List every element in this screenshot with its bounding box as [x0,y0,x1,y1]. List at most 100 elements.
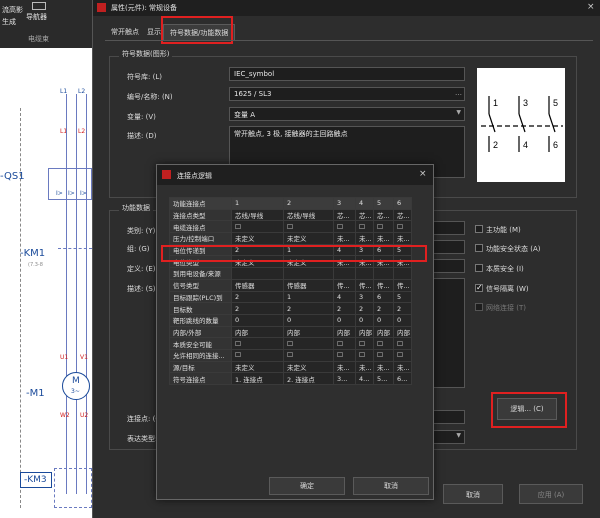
logic-row[interactable]: 电缆连接点 ☐ ☐ ☐ ☐ ☐ ☐ [169,220,412,234]
logic-cell[interactable]: ☐ [333,337,356,350]
logic-row[interactable]: 本质安全可能 ☐ ☐ ☐ ☐ ☐ ☐ [169,337,412,350]
logic-cell[interactable]: 2 [333,302,356,315]
logic-titlebar[interactable]: 连接点逻辑 × [157,165,433,185]
dialog-cancel-button[interactable]: 取消 [443,484,503,504]
logic-cell[interactable]: 芯... [355,208,374,222]
logic-cell[interactable]: ☐ [393,348,412,362]
logic-cell[interactable]: 2 [393,302,412,315]
logic-cell[interactable]: ☐ [393,337,412,350]
logic-cell[interactable]: 3... [333,372,356,385]
logic-cell[interactable] [373,267,394,280]
logic-cell[interactable]: 1. 连接点 [231,372,284,385]
logic-cell[interactable] [333,267,356,280]
logic-cell[interactable]: 2. 连接点 [283,372,334,385]
logic-cell[interactable]: 未定义 [283,232,334,245]
logic-cell[interactable]: 未... [373,232,394,245]
logic-cell[interactable]: 0 [231,313,284,327]
logic-cell[interactable]: 0 [333,313,356,327]
logic-cell[interactable]: ☐ [283,337,334,350]
logic-cell[interactable]: 2 [373,302,394,315]
logic-cell[interactable] [355,267,374,280]
logic-cell[interactable]: 未... [393,360,412,374]
variant-select[interactable]: 变量 A ▼ [229,107,465,121]
logic-cell[interactable]: 5 [373,197,394,210]
dialog-titlebar[interactable]: 属性(元件): 常规设备 × [93,0,600,16]
logic-cell[interactable]: 5... [373,372,394,385]
representation-select[interactable]: ▼ [433,430,465,444]
logic-cell[interactable]: 未... [393,232,412,245]
logic-cell[interactable]: 6... [393,372,412,385]
logic-row[interactable]: 允许相同的连接... ☐ ☐ ☐ ☐ ☐ ☐ [169,348,412,362]
logic-cell[interactable]: ☐ [283,220,334,234]
logic-cell[interactable]: 0 [393,313,412,327]
logic-cell[interactable]: ☐ [283,348,334,362]
logic-cell[interactable]: 5 [393,290,412,304]
logic-cell[interactable]: 未... [355,232,374,245]
logic-cell[interactable]: 1 [283,290,334,304]
logic-cell[interactable] [231,267,284,280]
logic-cell[interactable]: ☐ [231,220,284,234]
logic-cell[interactable]: ☐ [355,220,374,234]
main-function-checkbox[interactable] [475,225,483,233]
close-icon[interactable]: × [587,2,595,12]
logic-cell[interactable]: 内部 [283,325,334,339]
logic-cell[interactable]: ☐ [393,220,412,234]
logic-cell[interactable]: ☐ [373,337,394,350]
logic-cell[interactable]: 2 [283,302,334,315]
logic-cell[interactable]: 传感器 [283,278,334,292]
navigator-button[interactable]: 导航器 [26,12,47,22]
function-description-field[interactable] [433,278,465,388]
logic-cell[interactable]: 内部 [393,325,412,339]
logic-cell[interactable] [393,267,412,280]
logic-cell[interactable]: 2 [355,302,374,315]
logic-cell[interactable]: ☐ [373,220,394,234]
logic-row[interactable]: 源/目标 未定义 未定义 未... 未... 未... 未... [169,360,412,374]
logic-cell[interactable]: 6 [373,290,394,304]
logic-cell[interactable]: 传感器 [231,278,284,292]
symbol-library-field[interactable]: IEC_symbol [229,67,465,81]
apply-button[interactable]: 应用 (A) [519,484,583,504]
logic-cell[interactable]: 未... [355,360,374,374]
logic-cell[interactable]: 芯线/导线 [283,208,334,222]
logic-row[interactable]: 目标跟踪(PLC)到 2 1 4 3 6 5 [169,290,412,304]
tab-normally-open[interactable]: 常开触点 [105,24,145,40]
logic-row[interactable]: 功能连接点 1 2 3 4 5 6 [169,197,412,210]
logic-cell[interactable]: 传... [355,278,374,292]
logic-cell[interactable]: ☐ [355,348,374,362]
logic-cell[interactable]: 芯... [373,208,394,222]
logic-cell[interactable]: 内部 [373,325,394,339]
logic-cell[interactable]: 传... [373,278,394,292]
logic-row[interactable]: 靶形跳线的数量 0 0 0 0 0 0 [169,313,412,327]
logic-cell[interactable]: 0 [283,313,334,327]
logic-cell[interactable]: 传... [393,278,412,292]
logic-cell[interactable]: ☐ [333,348,356,362]
logic-cell[interactable]: 3 [355,290,374,304]
signal-isolation-checkbox[interactable] [475,283,483,292]
intrinsic-safety-checkbox[interactable] [475,264,483,272]
logic-cell[interactable] [283,267,334,280]
schematic-canvas[interactable]: L1 L2 L1 L2 -QS1 I> I> I> -KM1 (7.3-8 U1… [0,48,92,518]
close-icon[interactable]: × [419,169,427,179]
logic-cell[interactable]: 芯线/导线 [231,208,284,222]
navigator-icon[interactable] [32,2,46,10]
logic-cell[interactable]: ☐ [373,348,394,362]
logic-cell[interactable]: 6 [393,197,412,210]
logic-cell[interactable]: 未定义 [283,360,334,374]
logic-row[interactable]: 内部/外部 内部 内部 内部 内部 内部 内部 [169,325,412,339]
logic-cell[interactable]: 芯... [333,208,356,222]
logic-cell[interactable]: ☐ [231,348,284,362]
logic-cell[interactable]: 内部 [333,325,356,339]
more-icon[interactable]: … [455,89,462,97]
logic-cell[interactable]: 2 [283,197,334,210]
logic-row[interactable]: 符号连接点 1. 连接点 2. 连接点 3... 4... 5... 6... [169,372,412,385]
logic-row[interactable]: 压力/控制端口 未定义 未定义 未... 未... 未... 未... [169,232,412,245]
logic-cell[interactable]: 4 [333,290,356,304]
logic-cell[interactable]: 传... [333,278,356,292]
logic-cell[interactable]: 4 [355,197,374,210]
logic-cell[interactable]: 0 [355,313,374,327]
logic-ok-button[interactable]: 确定 [269,477,345,495]
logic-cell[interactable]: ☐ [333,220,356,234]
number-name-field[interactable]: 1625 / SL3… [229,87,465,101]
logic-cell[interactable]: 未... [373,360,394,374]
connection-points-field[interactable] [433,410,465,424]
